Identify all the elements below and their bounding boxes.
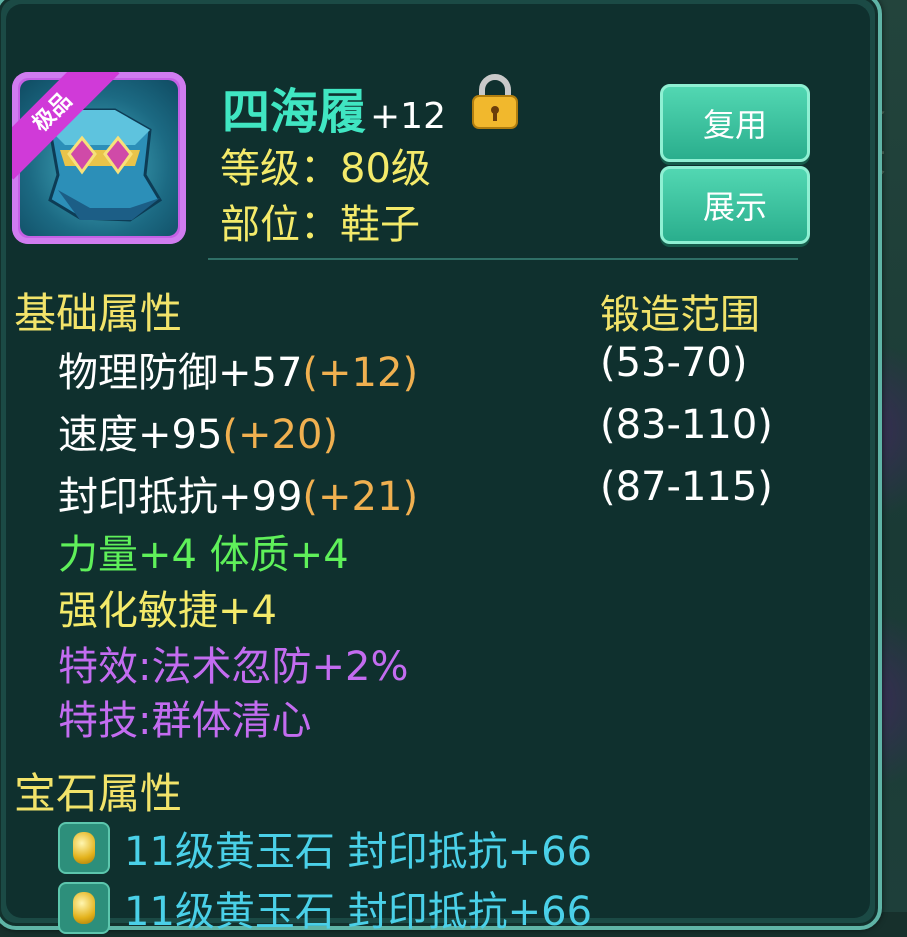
topaz-icon bbox=[58, 822, 110, 874]
gem-row: 11级黄玉石 封印抵抗+66 bbox=[58, 822, 592, 875]
item-slot: 部位：鞋子 bbox=[220, 202, 420, 248]
stat-value: 速度+95 bbox=[58, 412, 223, 458]
stat-value: 物理防御+57 bbox=[58, 350, 303, 396]
special-skill: 特技:群体清心 bbox=[58, 698, 312, 744]
lock-icon[interactable] bbox=[470, 72, 520, 130]
stat-bonus: (+12) bbox=[302, 350, 419, 396]
item-enhance-level: +12 bbox=[370, 96, 446, 137]
item-icon-frame[interactable]: 极品 bbox=[12, 72, 186, 244]
extra-attributes: 力量+4 体质+4 bbox=[58, 532, 349, 578]
forge-range: (53-70) bbox=[600, 340, 748, 386]
gem-attributes-title: 宝石属性 bbox=[14, 769, 183, 818]
special-effect: 特效:法术忽防+2% bbox=[58, 644, 409, 690]
item-title: 四海履 +12 bbox=[222, 72, 446, 140]
gem-text: 11级黄玉石 封印抵抗+66 bbox=[124, 829, 593, 875]
reuse-button[interactable]: 复用 bbox=[660, 84, 810, 162]
stat-bonus: (+21) bbox=[302, 474, 419, 520]
stat-physical-defense: 物理防御+57(+12) bbox=[58, 340, 418, 398]
item-level: 等级：80级 bbox=[220, 146, 431, 192]
forge-range: (87-115) bbox=[600, 464, 773, 510]
stat-seal-resist: 封印抵抗+99(+21) bbox=[58, 464, 418, 522]
base-attributes-title: 基础属性 bbox=[14, 289, 183, 338]
stat-value: 封印抵抗+99 bbox=[58, 474, 303, 520]
show-button[interactable]: 展示 bbox=[660, 166, 810, 244]
gem-text: 11级黄玉石 封印抵抗+66 bbox=[124, 889, 593, 935]
stat-speed: 速度+95(+20) bbox=[58, 402, 338, 460]
header-divider bbox=[208, 258, 798, 260]
topaz-icon bbox=[58, 882, 110, 934]
forge-range-title: 锻造范围 bbox=[600, 292, 760, 338]
enhance-attribute: 强化敏捷+4 bbox=[58, 588, 277, 634]
item-name: 四海履 bbox=[222, 84, 367, 140]
gem-row: 11级黄玉石 封印抵抗+66 bbox=[58, 882, 592, 935]
forge-range: (83-110) bbox=[600, 402, 773, 448]
stat-bonus: (+20) bbox=[222, 412, 339, 458]
